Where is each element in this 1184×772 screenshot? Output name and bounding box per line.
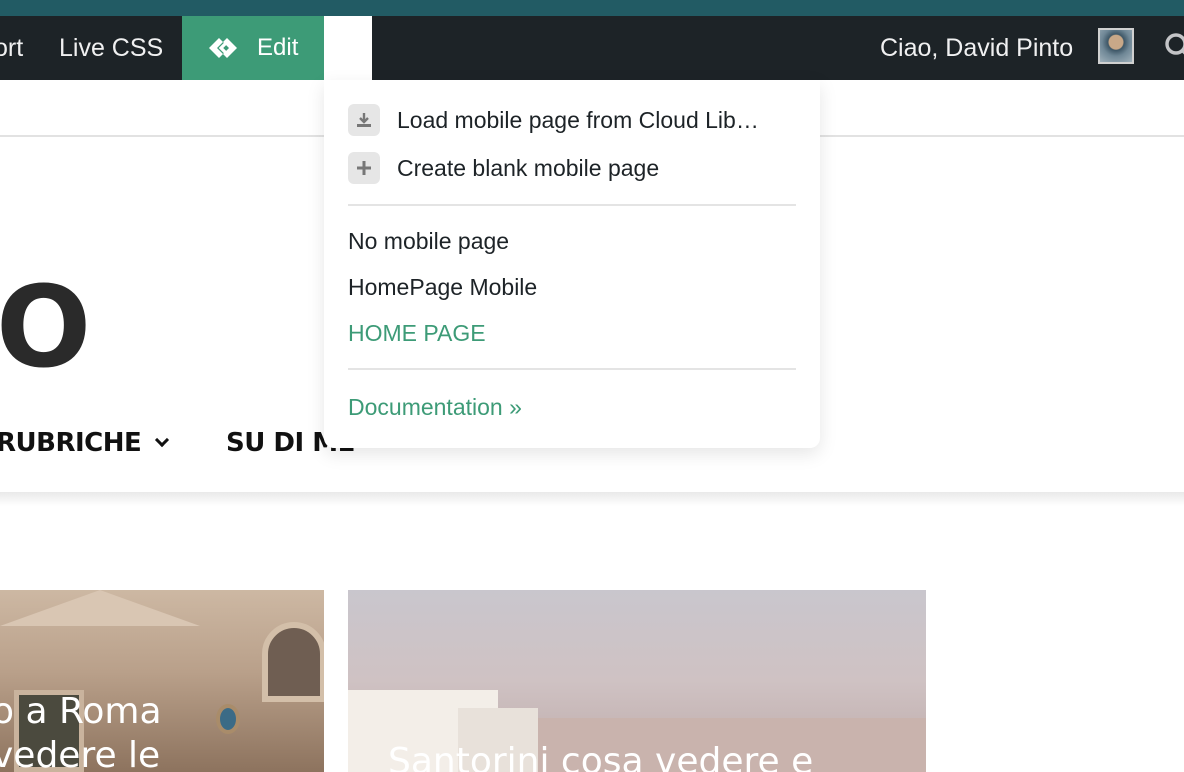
post-title-line: vedere le [0, 735, 161, 772]
post-card-santorini[interactable]: Santorini cosa vedere e [348, 590, 926, 772]
post-card-title[interactable]: Santorini cosa vedere e [388, 740, 813, 772]
admin-toolbar: ort Live CSS Edit Ciao, David Pinto [0, 16, 1184, 80]
edit-label: Edit [257, 34, 299, 61]
browser-top-strip [0, 0, 1184, 16]
documentation-link[interactable]: Documentation » [348, 391, 796, 423]
chevron-down-icon [155, 432, 170, 448]
menu-item-label: Load mobile page from Cloud Lib… [397, 106, 759, 133]
edit-with-elementor-button[interactable]: Edit [182, 16, 324, 80]
create-blank-mobile-page-item[interactable]: Create blank mobile page [348, 152, 796, 184]
site-logo[interactable]: O [0, 272, 91, 384]
menu-item-label: Create blank mobile page [397, 154, 660, 181]
page-option-homepage-mobile[interactable]: HomePage Mobile [348, 271, 796, 303]
toolbar-item-support[interactable]: ort [0, 16, 23, 80]
plus-icon [348, 152, 380, 184]
user-greeting[interactable]: Ciao, David Pinto [880, 16, 1073, 80]
page-option-home-page-selected[interactable]: HOME PAGE [348, 317, 796, 349]
user-avatar[interactable] [1098, 28, 1134, 64]
nav-item-rubriche[interactable]: RUBRICHE [0, 428, 170, 458]
mobile-page-menu-tab[interactable] [324, 16, 372, 80]
load-from-cloud-library-item[interactable]: Load mobile page from Cloud Lib… [348, 104, 796, 136]
card-image-detail [0, 590, 200, 626]
download-icon [348, 104, 380, 136]
menu-separator [348, 204, 796, 206]
post-title-line: o a Roma [0, 691, 162, 732]
card-image-detail [216, 704, 240, 734]
search-icon[interactable] [1164, 32, 1184, 62]
mobile-page-dropdown: Load mobile page from Cloud Lib… Create … [324, 80, 820, 448]
elementor-logo-icon [209, 38, 237, 58]
nav-label: RUBRICHE [0, 428, 142, 458]
post-card-roma[interactable]: o a Roma vedere le [0, 590, 324, 772]
post-card-title[interactable]: o a Roma vedere le [0, 690, 162, 772]
header-shadow [0, 492, 1184, 506]
toolbar-item-live-css[interactable]: Live CSS [59, 16, 163, 80]
page-option-no-mobile-page[interactable]: No mobile page [348, 225, 796, 257]
card-image-detail [262, 622, 324, 702]
menu-separator [348, 368, 796, 370]
